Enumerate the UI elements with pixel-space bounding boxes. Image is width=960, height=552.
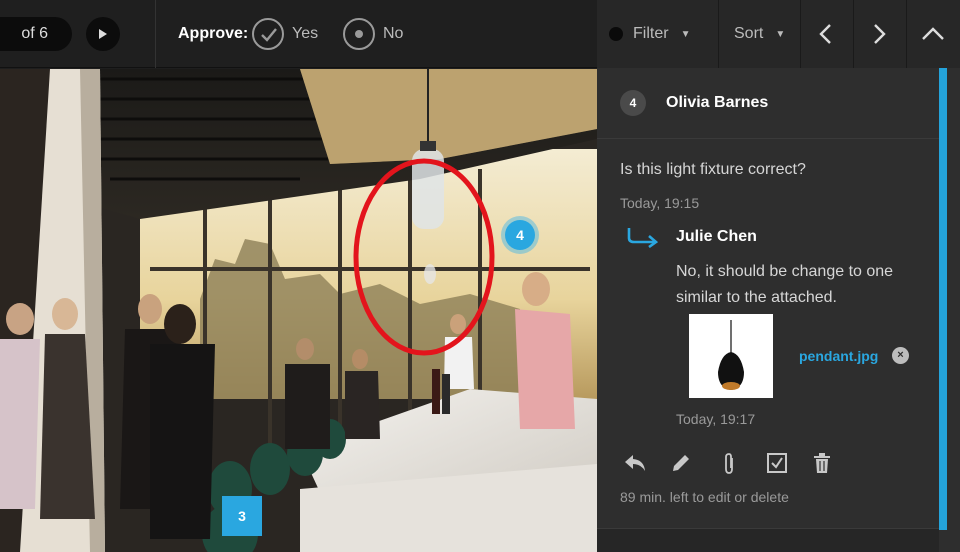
approve-no-label: No — [383, 25, 404, 42]
reply-author: Julie Chen — [676, 228, 757, 245]
paperclip-icon[interactable] — [722, 452, 736, 476]
check-circle-icon — [252, 18, 284, 50]
caret-down-icon: ▼ — [680, 28, 691, 40]
restaurant-render-image — [0, 69, 597, 552]
play-button[interactable] — [86, 17, 120, 51]
chevron-right-icon — [874, 24, 886, 44]
chevron-left-icon — [819, 24, 831, 44]
remove-attachment-icon[interactable]: × — [892, 347, 909, 364]
sort-dropdown[interactable]: Sort ▼ — [734, 0, 785, 68]
approve-yes-option[interactable]: Yes — [252, 17, 318, 51]
checkbox-icon[interactable] — [766, 452, 788, 474]
comment-pin-4[interactable]: 4 — [505, 220, 535, 250]
panel-scrollbar[interactable] — [939, 68, 947, 530]
reply-arrow-icon — [627, 228, 659, 248]
comment-time: Today, 19:15 — [620, 195, 700, 211]
next-button[interactable] — [873, 0, 887, 68]
toolbar-divider — [155, 0, 156, 68]
reply-text: No, it should be change to one similar t… — [676, 263, 894, 306]
page-indicator[interactable]: of 6 — [0, 17, 72, 51]
filter-label: Filter — [633, 25, 669, 42]
filter-dot-icon — [609, 27, 623, 41]
sort-label: Sort — [734, 25, 764, 42]
edit-time-remaining: 89 min. left to edit or delete — [620, 489, 789, 505]
pencil-icon[interactable] — [670, 452, 692, 474]
approve-label: Approve: — [178, 25, 249, 42]
trash-icon[interactable] — [812, 452, 832, 474]
thread-author: Olivia Barnes — [666, 94, 769, 111]
play-icon — [99, 29, 107, 39]
approve-yes-label: Yes — [292, 25, 319, 42]
reply-icon[interactable] — [623, 452, 647, 474]
next-thread-edge — [597, 528, 939, 552]
attachment-thumbnail[interactable] — [689, 314, 773, 398]
approve-no-option[interactable]: No — [343, 17, 403, 51]
collapse-button[interactable] — [921, 0, 945, 68]
filter-dropdown[interactable]: Filter ▼ — [609, 0, 690, 68]
comment-pin-3[interactable]: 3 — [222, 496, 262, 536]
reply-time: Today, 19:17 — [676, 411, 756, 427]
chevron-up-icon — [922, 27, 944, 40]
previous-button[interactable] — [818, 0, 832, 68]
comment-text: Is this light fixture correct? — [620, 161, 806, 178]
radio-dot-icon — [343, 18, 375, 50]
thread-divider — [597, 138, 939, 139]
pendant-lamp-image — [718, 320, 744, 390]
attachment-link[interactable]: pendant.jpg — [799, 348, 878, 364]
thread-number-badge: 4 — [620, 90, 646, 116]
caret-down-icon: ▼ — [775, 28, 786, 40]
panel-toolbar: Filter ▼ Sort ▼ — [597, 0, 960, 68]
render-canvas[interactable]: 4 3 — [0, 69, 597, 552]
top-toolbar: of 6 Approve: Yes No Filter ▼ Sort ▼ — [0, 0, 960, 68]
